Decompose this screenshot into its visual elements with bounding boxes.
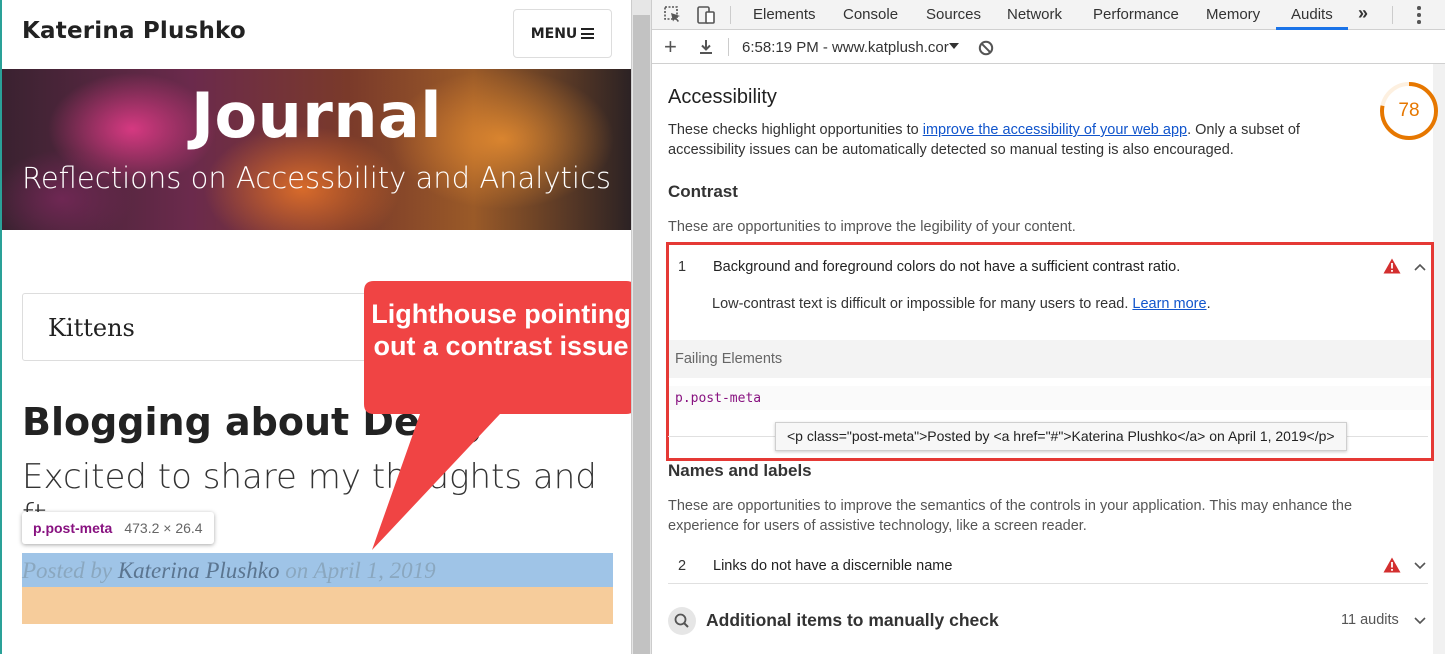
hero-subtitle: Reflections on Accessbility and Analytic… bbox=[21, 161, 612, 195]
report-dropdown-caret-icon[interactable] bbox=[949, 43, 959, 49]
post-meta-prefix: Posted by bbox=[22, 558, 118, 583]
post-title[interactable]: Blogging about Desig bbox=[22, 400, 483, 444]
more-tabs-icon[interactable]: » bbox=[1358, 3, 1368, 24]
element-snippet-tooltip: <p class="post-meta">Posted by <a href="… bbox=[775, 422, 1347, 451]
site-navbar: Katerina Plushko MENU bbox=[2, 0, 631, 69]
warning-icon bbox=[1383, 557, 1401, 573]
inspect-tooltip-dimensions: 473.2 × 26.4 bbox=[124, 520, 203, 536]
chevron-down-icon[interactable] bbox=[1414, 562, 1426, 570]
manual-checks-title[interactable]: Additional items to manually check bbox=[706, 610, 999, 631]
devtools-panel: Elements Console Sources Network Perform… bbox=[652, 0, 1445, 654]
menu-button[interactable]: MENU bbox=[513, 9, 612, 58]
post-meta-author-link[interactable]: Katerina Plushko bbox=[118, 558, 280, 583]
active-tab-indicator bbox=[1276, 27, 1348, 30]
audits-toolbar: + 6:58:19 PM - www.katplush.cor bbox=[652, 31, 1445, 64]
manual-checks-icon bbox=[668, 607, 696, 635]
toolbar-separator bbox=[730, 6, 731, 24]
hero-banner: Journal Reflections on Accessbility and … bbox=[2, 69, 631, 230]
inspect-tooltip: p.post-meta 473.2 × 26.4 bbox=[22, 512, 214, 544]
menu-button-label: MENU bbox=[530, 25, 578, 42]
score-value: 78 bbox=[1398, 100, 1420, 121]
kittens-card-title: Kittens bbox=[48, 314, 135, 342]
post-meta-suffix: on April 1, 2019 bbox=[279, 558, 436, 583]
report-selector[interactable]: 6:58:19 PM - www.katplush.cor bbox=[742, 39, 949, 56]
inspect-tooltip-selector: p.post-meta bbox=[33, 520, 113, 536]
hamburger-icon bbox=[581, 28, 595, 39]
new-audit-icon[interactable]: + bbox=[664, 36, 677, 58]
contrast-heading: Contrast bbox=[668, 182, 738, 201]
inspect-element-icon[interactable] bbox=[664, 6, 682, 24]
toolbar-separator bbox=[728, 38, 729, 56]
category-title: Accessibility bbox=[668, 86, 777, 108]
devtools-tabbar: Elements Console Sources Network Perform… bbox=[652, 0, 1445, 30]
accessibility-guide-link[interactable]: improve the accessibility of your web ap… bbox=[923, 122, 1187, 138]
contrast-description: These are opportunities to improve the l… bbox=[668, 219, 1076, 235]
callout-text: Lighthouse pointing out a contrast issue bbox=[371, 299, 631, 361]
tab-performance[interactable]: Performance bbox=[1093, 0, 1179, 30]
links-audit-title[interactable]: Links do not have a discernible name bbox=[713, 558, 952, 574]
divider bbox=[668, 583, 1428, 584]
devtools-scrollbar[interactable] bbox=[1433, 64, 1445, 654]
post-meta: Posted by Katerina Plushko on April 1, 2… bbox=[22, 558, 436, 584]
tab-sources[interactable]: Sources bbox=[926, 0, 981, 30]
devtools-menu-icon[interactable] bbox=[1412, 4, 1426, 26]
toolbar-separator bbox=[1392, 6, 1393, 24]
tab-network[interactable]: Network bbox=[1007, 0, 1062, 30]
names-labels-heading: Names and labels bbox=[668, 461, 812, 480]
chevron-down-icon[interactable] bbox=[1414, 617, 1426, 625]
description-text-start: These checks highlight opportunities to bbox=[668, 122, 923, 138]
tab-elements[interactable]: Elements bbox=[753, 0, 816, 30]
tab-audits[interactable]: Audits bbox=[1291, 0, 1333, 30]
download-report-icon[interactable] bbox=[698, 39, 714, 55]
site-brand[interactable]: Katerina Plushko bbox=[22, 18, 246, 44]
scrollbar-thumb[interactable] bbox=[633, 15, 650, 654]
audit-number: 2 bbox=[678, 558, 687, 574]
names-labels-description: These are opportunities to improve the s… bbox=[668, 498, 1353, 534]
category-description: These checks highlight opportunities to … bbox=[668, 120, 1348, 160]
device-toolbar-icon[interactable] bbox=[696, 5, 716, 25]
inspect-highlight-margin bbox=[22, 587, 613, 624]
tab-console[interactable]: Console bbox=[843, 0, 898, 30]
tab-memory[interactable]: Memory bbox=[1206, 0, 1260, 30]
hero-title: Journal bbox=[190, 79, 443, 152]
clear-reports-icon[interactable] bbox=[978, 40, 994, 56]
search-icon bbox=[674, 613, 689, 628]
manual-checks-count: 11 audits bbox=[1341, 612, 1399, 628]
